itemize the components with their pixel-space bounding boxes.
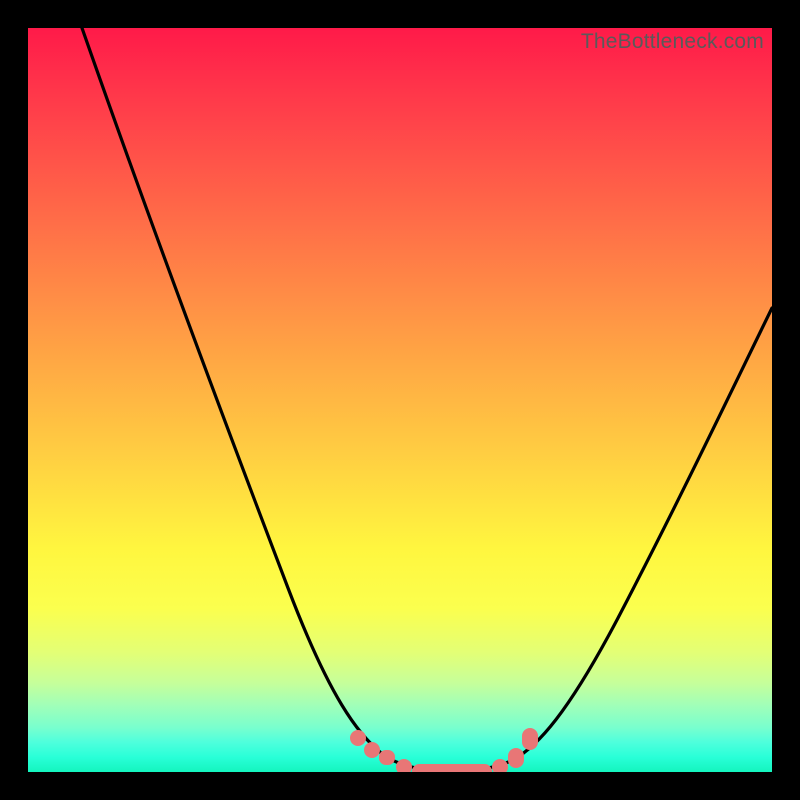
marker-pill: [508, 748, 524, 768]
marker-flat-segment: [412, 764, 492, 772]
marker-dot: [364, 742, 380, 758]
chart-plot-area: TheBottleneck.com: [28, 28, 772, 772]
marker-pill: [379, 750, 395, 765]
marker-dot: [492, 759, 508, 772]
marker-layer: [28, 28, 772, 772]
marker-pill: [522, 728, 538, 750]
watermark-text: TheBottleneck.com: [581, 30, 764, 54]
marker-dot: [350, 730, 366, 746]
marker-dot: [396, 759, 412, 772]
